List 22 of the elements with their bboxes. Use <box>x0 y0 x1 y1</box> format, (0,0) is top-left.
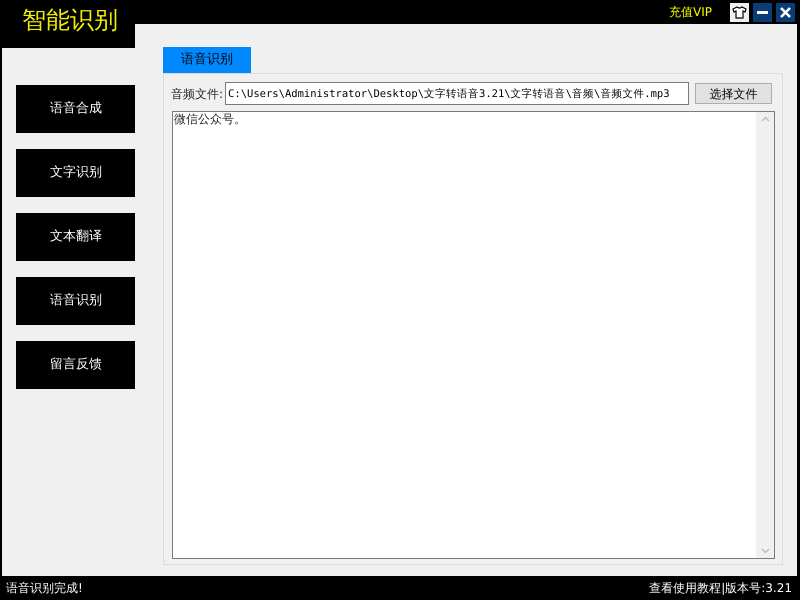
sidebar-item[interactable]: 文本翻译 <box>16 213 136 261</box>
sidebar-item[interactable]: 留言反馈 <box>16 341 136 389</box>
skin-button[interactable] <box>730 2 749 22</box>
vip-link[interactable]: 充值VIP <box>669 3 712 21</box>
file-label: 音频文件: <box>171 86 224 102</box>
result-text-area[interactable]: 微信公众号。 <box>172 111 775 559</box>
app-title: 智能识别 <box>21 5 119 36</box>
sidebar-item[interactable]: 语音合成 <box>16 85 136 133</box>
tab[interactable]: 语音识别 <box>163 47 251 73</box>
file-path-field[interactable]: C:\Users\Administrator\Desktop\文字转语音3.21\文字转语音\音频\音频文件.mp3 <box>225 82 690 105</box>
version-text: |版本号:3.21 <box>721 580 792 597</box>
status-message: 语音识别完成! <box>6 580 83 597</box>
sidebar-item[interactable]: 文字识别 <box>16 149 136 197</box>
shirt-icon <box>732 6 747 18</box>
minimize-button[interactable] <box>753 2 772 22</box>
close-icon <box>780 6 791 18</box>
tutorial-link[interactable]: 查看使用教程 <box>649 579 722 597</box>
close-button[interactable] <box>776 2 795 22</box>
choose-file-button[interactable]: 选择文件 <box>695 83 772 104</box>
result-text: 微信公众号。 <box>173 112 247 128</box>
minimize-icon <box>757 10 768 14</box>
sidebar-item[interactable]: 语音识别 <box>16 277 136 325</box>
